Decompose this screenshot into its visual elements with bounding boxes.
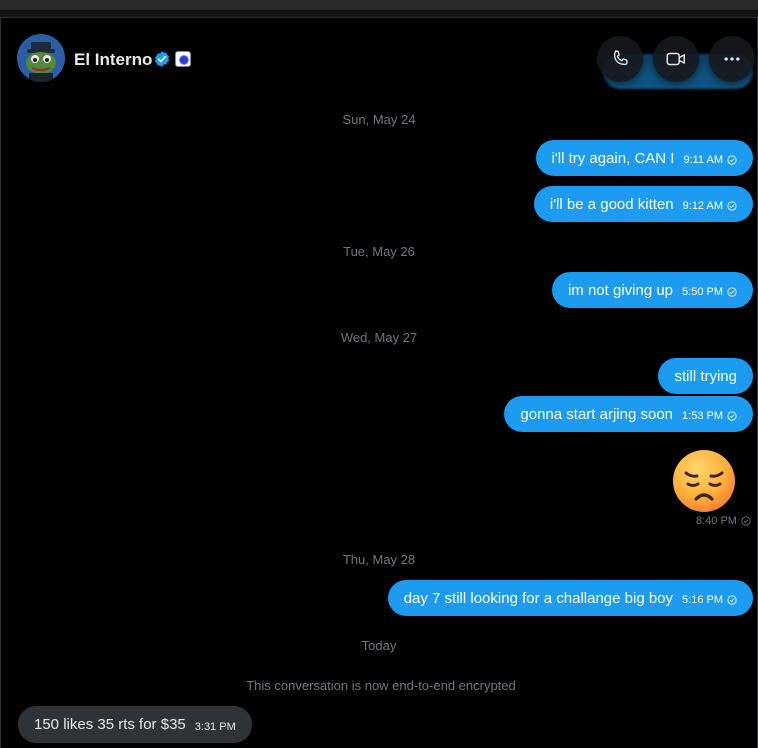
message-time: 9:11 AM — [683, 154, 737, 166]
window-frame — [0, 0, 758, 10]
avatar[interactable] — [17, 34, 65, 82]
message-timestamp: 8:40 PM — [696, 515, 737, 527]
video-camera-icon — [666, 52, 685, 66]
message-bubble-outgoing[interactable]: still trying — [658, 358, 753, 394]
message-time: 1:53 PM — [682, 410, 737, 422]
message-bubble-outgoing[interactable]: i'll be a good kitten 9:12 AM — [533, 186, 753, 222]
message-text: still trying — [674, 367, 737, 385]
avatar-image — [17, 34, 65, 82]
sent-check-icon — [727, 201, 737, 211]
message-time: 5:50 PM — [682, 286, 737, 298]
message-timestamp: 1:53 PM — [682, 410, 723, 422]
phone-icon — [613, 50, 628, 66]
message-timestamp: 9:12 AM — [682, 200, 723, 212]
date-separator: Wed, May 27 — [340, 330, 418, 345]
encryption-notice: This conversation is now end-to-end encr… — [246, 678, 516, 693]
sent-check-icon — [727, 155, 737, 165]
sent-check-icon — [727, 411, 737, 421]
video-call-button[interactable] — [653, 36, 699, 82]
sent-check-icon — [741, 516, 751, 526]
date-separator: Tue, May 26 — [343, 244, 415, 259]
message-text: day 7 still looking for a challange big … — [403, 589, 674, 607]
message-bubble-outgoing[interactable]: im not giving up 5:50 PM — [551, 272, 753, 308]
sent-check-icon — [727, 595, 737, 605]
message-time: 9:12 AM — [683, 200, 737, 212]
verified-badge-icon — [154, 51, 170, 67]
message-timestamp: 3:31 PM — [194, 720, 236, 733]
message-bubble-incoming[interactable]: 150 likes 35 rts for $35 3:31 PM — [18, 706, 252, 743]
message-text: i'll be a good kitten — [549, 195, 674, 213]
date-separator: Sun, May 24 — [342, 112, 416, 127]
message-bubble-outgoing[interactable]: day 7 still looking for a challange big … — [387, 580, 753, 616]
message-text: im not giving up — [567, 281, 674, 299]
date-separator: Thu, May 28 — [342, 552, 416, 567]
pensive-face-emoji[interactable] — [672, 449, 736, 513]
message-text: gonna start arjing soon — [520, 405, 674, 423]
message-text: 150 likes 35 rts for $35 — [34, 716, 186, 733]
sent-check-icon — [727, 287, 737, 297]
contact-name[interactable]: El Interno — [74, 50, 152, 70]
message-bubble-outgoing[interactable]: i'll try again, CAN I 9:11 AM — [535, 140, 753, 176]
affiliate-badge-icon — [175, 51, 191, 67]
more-options-button[interactable] — [709, 36, 755, 82]
more-icon — [724, 57, 740, 61]
date-separator: Today — [361, 638, 397, 653]
message-timestamp: 5:50 PM — [682, 286, 723, 298]
message-time: 8:40 PM — [696, 515, 751, 527]
message-text: i'll try again, CAN I — [551, 149, 675, 167]
message-timestamp: 9:11 AM — [683, 154, 723, 166]
call-button[interactable] — [597, 36, 643, 82]
message-time: 5:16 PM — [682, 594, 737, 606]
conversation-header: El Interno — [1, 18, 757, 98]
conversation-panel: El Interno Sun, May 24 i'll try again, C… — [0, 17, 758, 748]
message-timestamp: 5:16 PM — [682, 594, 723, 606]
message-bubble-outgoing[interactable]: gonna start arjing soon 1:53 PM — [504, 396, 753, 432]
